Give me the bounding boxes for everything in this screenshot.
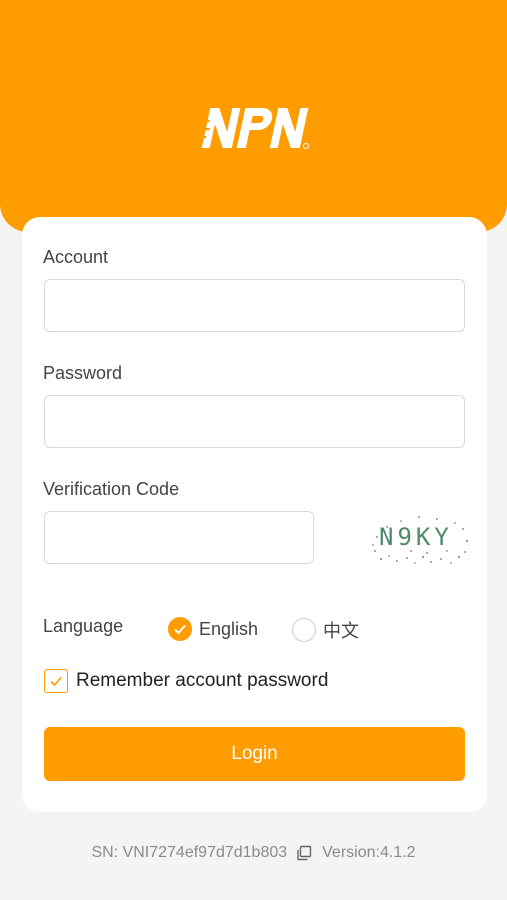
radio-checked-icon — [168, 617, 192, 641]
password-label: Password — [43, 363, 123, 383]
header-banner — [0, 0, 507, 232]
language-option-english[interactable]: English — [168, 617, 258, 641]
checkbox-checked-icon — [44, 669, 68, 693]
verification-code-label: Verification Code — [43, 479, 180, 499]
password-input[interactable] — [44, 395, 465, 448]
remember-password-label: Remember account password — [76, 670, 329, 691]
login-card: Account Password Verification Code N9KY … — [22, 217, 487, 812]
serial-number: SN: VNI7274ef97d7d1b803 — [91, 844, 288, 861]
npn-logo — [200, 108, 310, 150]
language-option-chinese[interactable]: 中文 — [292, 617, 359, 643]
login-page: Account Password Verification Code N9KY … — [0, 0, 507, 900]
captcha-image[interactable]: N9KY — [367, 507, 469, 567]
copy-icon[interactable] — [296, 845, 312, 861]
version-text: Version:4.1.2 — [322, 844, 416, 861]
verification-code-input[interactable] — [44, 511, 314, 564]
language-option-english-label: English — [199, 618, 259, 639]
language-option-chinese-label: 中文 — [323, 621, 359, 641]
login-button[interactable]: Login — [44, 727, 465, 781]
captcha-text: N9KY — [379, 523, 453, 551]
language-label: Language — [43, 616, 124, 636]
remember-password-checkbox[interactable]: Remember account password — [44, 669, 328, 693]
radio-unchecked-icon — [292, 618, 316, 642]
account-label: Account — [43, 247, 109, 267]
footer: SN: VNI7274ef97d7d1b803 Version:4.1.2 — [0, 844, 507, 862]
account-input[interactable] — [44, 279, 465, 332]
